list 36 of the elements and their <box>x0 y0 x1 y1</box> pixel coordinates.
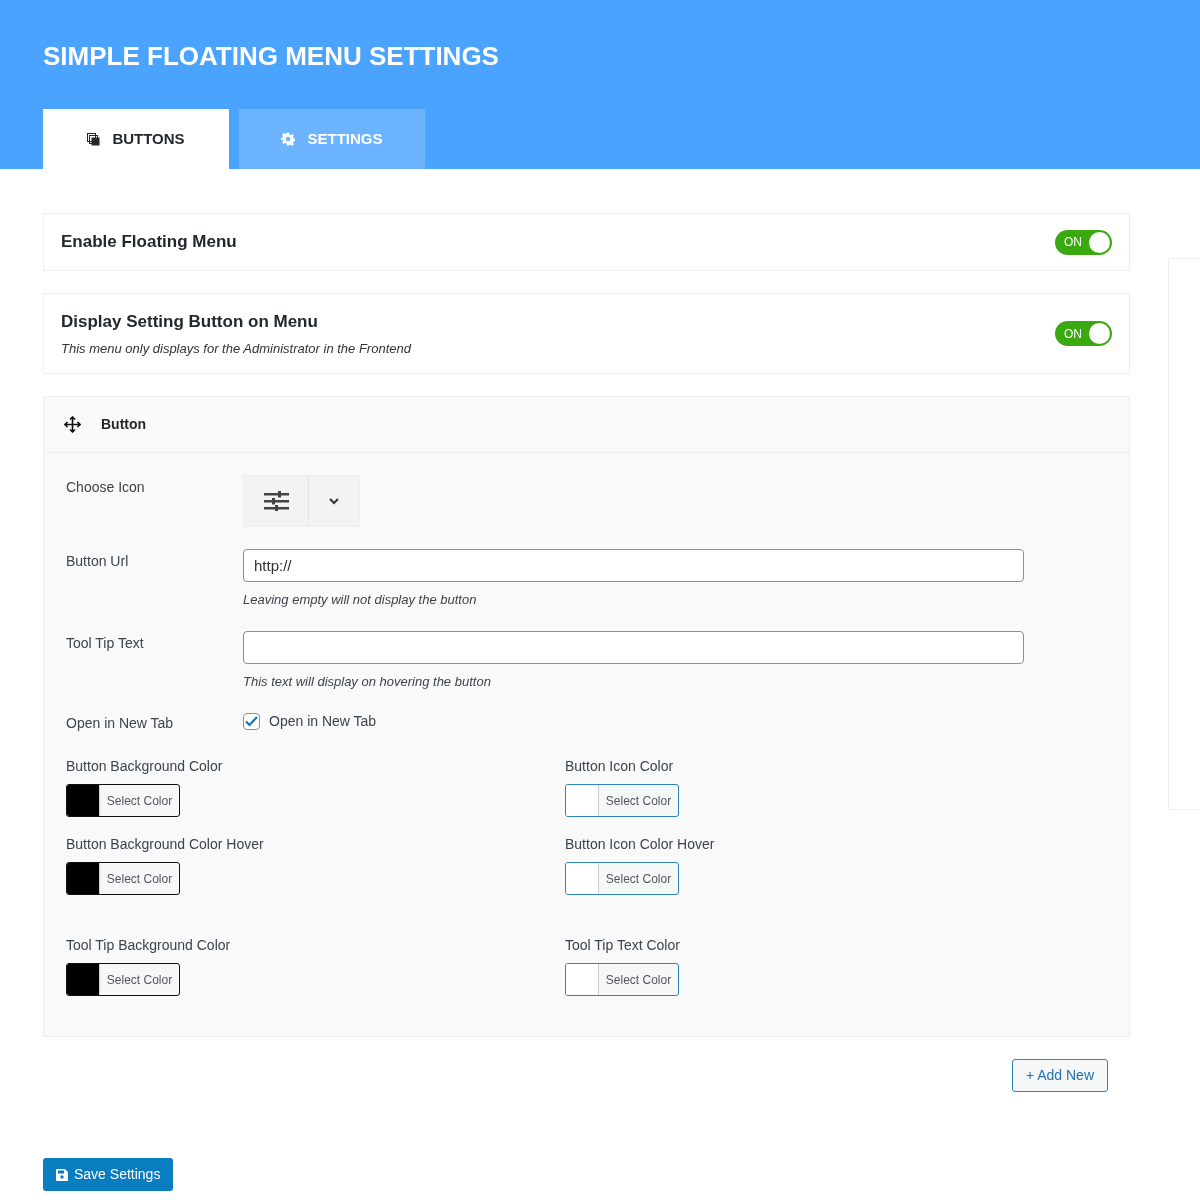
color-picker-button[interactable]: Select Color <box>66 862 180 895</box>
field-label: Button Url <box>66 552 130 571</box>
setting-label: Enable Floating Menu <box>61 231 237 254</box>
help-text: Leaving empty will not display the button <box>243 591 478 609</box>
help-text: This text will display on hovering the button <box>243 672 492 691</box>
color-picker-button[interactable]: Select Color <box>66 963 180 996</box>
field-label: Button Background Color <box>66 757 224 776</box>
gear-icon <box>281 132 296 146</box>
field-label: Button Background Color Hover <box>66 835 265 854</box>
setting-description: This menu only displays for the Administrator in the Frontend <box>61 339 411 358</box>
checkbox[interactable] <box>243 713 260 730</box>
panel-title: Button <box>101 415 147 434</box>
field-label: Tool Tip Text Color <box>565 936 681 955</box>
url-input-field[interactable]: http:// <box>243 549 1024 582</box>
checkbox-label[interactable]: Open in New Tab <box>269 711 377 732</box>
tooltip-input-field[interactable] <box>243 630 1024 664</box>
chevron-down-icon <box>329 497 339 505</box>
color-picker-button[interactable]: Select Color <box>565 963 679 996</box>
field-label: Choose Icon <box>66 478 146 497</box>
field-label: Button Icon Color <box>565 757 675 776</box>
field-label: Tool Tip Text <box>66 633 145 653</box>
field-label: Open in New Tab <box>66 714 175 733</box>
tab[interactable]: BUTTONS <box>43 109 229 169</box>
icon-picker[interactable] <box>243 475 360 527</box>
save-settings-button[interactable]: Save Settings <box>43 1158 174 1191</box>
color-picker-button[interactable]: Select Color <box>565 784 679 817</box>
copy-icon <box>87 132 101 146</box>
field-label: Button Icon Color Hover <box>565 835 716 854</box>
add-new-button[interactable]: + Add New <box>1011 1059 1108 1092</box>
color-picker-button[interactable]: Select Color <box>66 784 180 817</box>
setting-label: Display Setting Button on Menu <box>61 311 319 333</box>
field-label: Tool Tip Background Color <box>66 936 232 955</box>
sliders-icon <box>263 491 289 511</box>
page-title: SIMPLE FLOATING MENU SETTINGS <box>43 40 499 72</box>
move-icon[interactable] <box>64 416 81 433</box>
color-picker-button[interactable]: Select Color <box>565 862 679 895</box>
